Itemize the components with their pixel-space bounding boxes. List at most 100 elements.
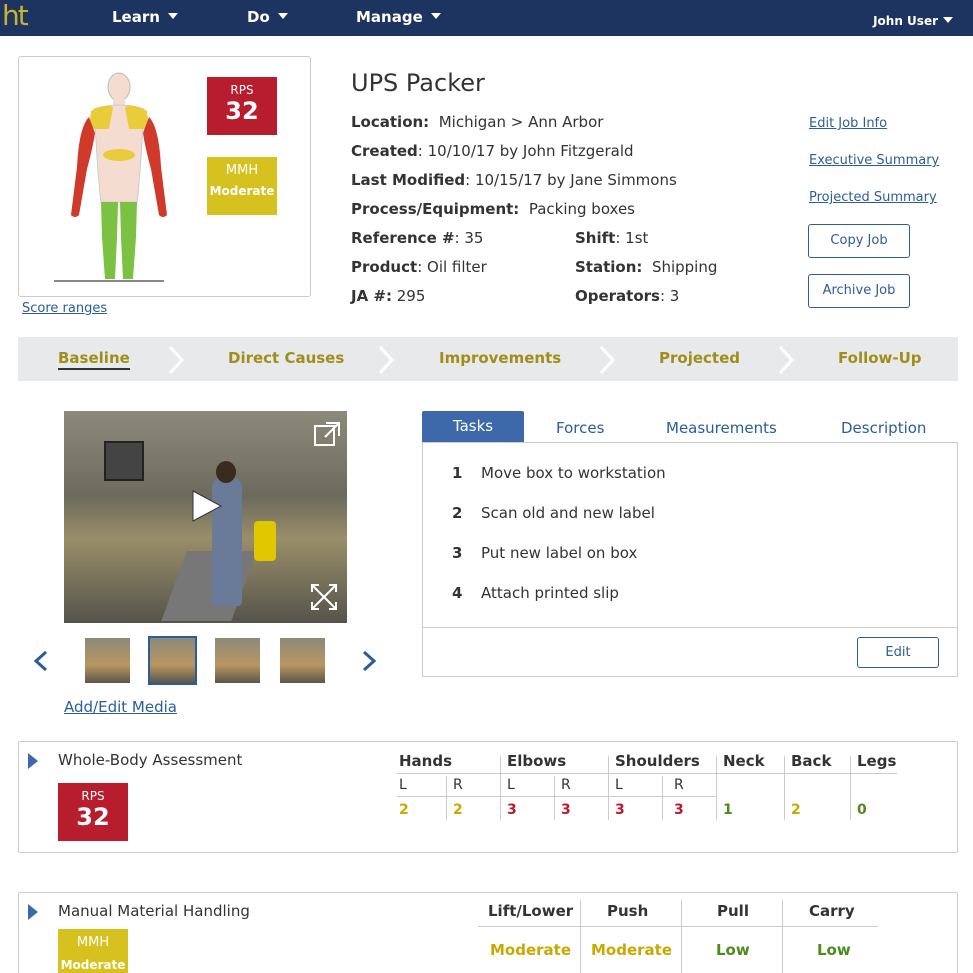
mmh-pull-value: Low (716, 941, 750, 959)
tab-forces[interactable]: Forces (556, 419, 604, 437)
divider (423, 627, 957, 628)
nav-learn-label: Learn (112, 8, 160, 26)
side-left: L (507, 777, 515, 793)
expand-triangle-icon[interactable] (28, 904, 38, 920)
task-text: Scan old and new label (481, 504, 655, 522)
chevron-right-icon (599, 345, 616, 375)
user-menu[interactable]: John User (873, 14, 953, 28)
media-thumbnail[interactable] (215, 638, 260, 683)
media-thumbnail[interactable] (280, 638, 325, 683)
expand-triangle-icon[interactable] (28, 753, 38, 769)
edit-job-info-link[interactable]: Edit Job Info (809, 116, 887, 131)
fullscreen-icon[interactable] (310, 583, 338, 611)
ja-value: 295 (396, 287, 426, 305)
job-product: Product: Oil filter (351, 258, 487, 276)
mmh-lift-lower-value: Moderate (490, 941, 572, 959)
job-process: Process/Equipment: Packing boxes (351, 200, 635, 218)
ja-label: JA #: (351, 287, 392, 305)
header-legs: Legs (857, 752, 897, 770)
nav-learn[interactable]: Learn (112, 8, 178, 26)
rps-value: 32 (225, 97, 259, 125)
user-name: John User (873, 14, 938, 28)
divider (397, 796, 717, 797)
location-value: Michigan > Ann Arbor (438, 113, 604, 131)
chevron-right-icon[interactable] (360, 650, 378, 672)
station-value: Shipping (651, 258, 718, 276)
created-label: Created (351, 142, 418, 160)
modified-label: Last Modified (351, 171, 466, 189)
reference-value: : 35 (454, 229, 484, 247)
divider (397, 773, 897, 774)
mmh-push-value: Moderate (591, 941, 673, 959)
header-carry: Carry (809, 902, 855, 920)
mmh-label: MMH (76, 935, 110, 950)
divider (446, 776, 447, 820)
chevron-down-icon (167, 12, 178, 19)
score-shoulders-left: 3 (615, 802, 625, 818)
video-conveyor-shape (161, 551, 257, 621)
media-thumbnail-selected[interactable] (148, 636, 197, 685)
edit-tasks-button[interactable]: Edit (857, 637, 939, 668)
tab-description[interactable]: Description (841, 419, 926, 437)
side-right: R (453, 777, 463, 793)
shift-label: Shift (575, 229, 616, 247)
divider (554, 776, 555, 820)
mmh-value: Moderate (60, 958, 126, 972)
play-icon[interactable] (189, 489, 223, 523)
score-neck: 1 (723, 802, 733, 818)
header-shoulders: Shoulders (615, 752, 700, 770)
executive-summary-link[interactable]: Executive Summary (809, 153, 939, 168)
nav-manage-label: Manage (356, 8, 423, 26)
step-follow-up[interactable]: Follow-Up (838, 349, 922, 367)
nav-do[interactable]: Do (247, 8, 288, 26)
divider (681, 900, 682, 973)
chevron-left-icon[interactable] (32, 650, 50, 672)
workflow-stepper: Baseline Direct Causes Improvements Proj… (18, 337, 958, 381)
projected-summary-link[interactable]: Projected Summary (809, 190, 937, 205)
video-player[interactable] (64, 411, 347, 623)
mmh-title: Manual Material Handling (58, 902, 250, 920)
side-left: L (615, 777, 623, 793)
side-right: R (674, 777, 684, 793)
step-improvements[interactable]: Improvements (439, 349, 561, 367)
tab-tasks[interactable]: Tasks (422, 411, 524, 442)
nav-manage[interactable]: Manage (356, 8, 441, 26)
media-thumbnail[interactable] (85, 638, 130, 683)
archive-job-button[interactable]: Archive Job (808, 274, 910, 308)
copy-job-button[interactable]: Copy Job (808, 224, 910, 258)
video-monitor-shape (104, 441, 144, 481)
process-value: Packing boxes (528, 200, 636, 218)
job-created: Created: 10/10/17 by John Fitzgerald (351, 142, 634, 160)
body-diagram-icon (54, 72, 167, 282)
step-projected[interactable]: Projected (659, 349, 740, 367)
shift-value: : 1st (615, 229, 649, 247)
mmh-score-badge: MMH Moderate (207, 157, 277, 215)
job-reference: Reference #: 35 (351, 229, 483, 247)
created-value: : 10/10/17 by John Fitzgerald (417, 142, 634, 160)
header-elbows: Elbows (507, 752, 567, 770)
score-elbows-right: 3 (561, 802, 571, 818)
chevron-right-icon (168, 345, 185, 375)
score-back: 2 (791, 802, 801, 818)
external-link-icon[interactable] (312, 420, 342, 448)
mmh-value: Moderate (209, 184, 275, 198)
tab-measurements[interactable]: Measurements (666, 419, 777, 437)
side-left: L (399, 777, 407, 793)
header-neck: Neck (723, 752, 765, 770)
add-edit-media-link[interactable]: Add/Edit Media (64, 698, 177, 716)
task-number: 4 (452, 584, 463, 602)
task-text: Move box to workstation (481, 464, 666, 482)
score-elbows-left: 3 (507, 802, 517, 818)
step-baseline[interactable]: Baseline (58, 349, 130, 370)
divider (478, 926, 878, 927)
header-back: Back (791, 752, 832, 770)
rps-value: 32 (76, 803, 110, 831)
top-nav: ht Learn Do Manage John User (0, 0, 973, 36)
step-direct-causes[interactable]: Direct Causes (228, 349, 344, 367)
task-number: 3 (452, 544, 463, 562)
divider (500, 756, 501, 820)
logo[interactable]: ht (2, 0, 29, 32)
task-number: 1 (452, 464, 463, 482)
operators-value: : 3 (659, 287, 680, 305)
score-ranges-link[interactable]: Score ranges (22, 301, 107, 316)
